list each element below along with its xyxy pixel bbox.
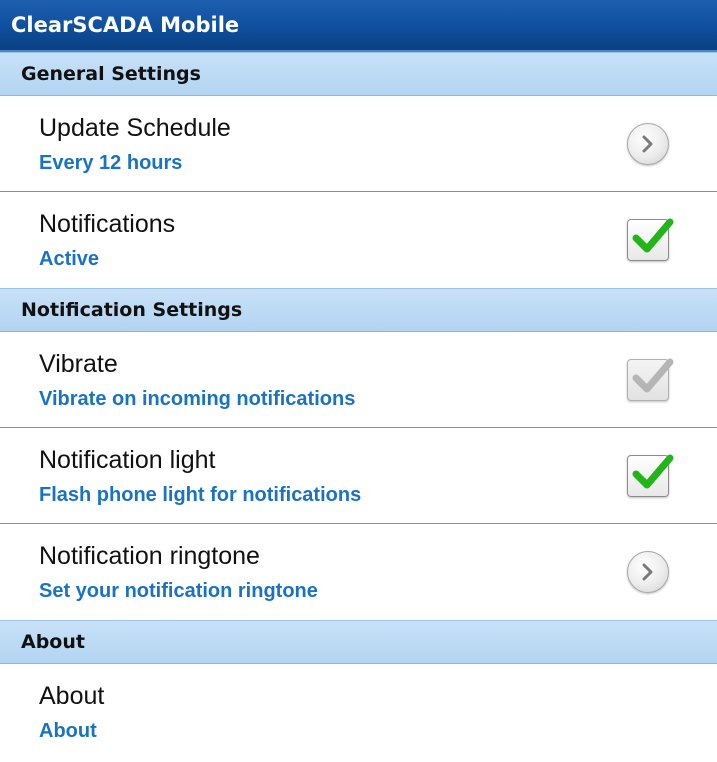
setting-title: About	[39, 682, 105, 710]
setting-title: Notifications	[39, 210, 176, 238]
app-title: ClearSCADA Mobile	[11, 13, 240, 37]
section-header-notification-settings: Notification Settings	[0, 288, 717, 332]
chevron-right-icon	[627, 551, 669, 593]
setting-title: Notification ringtone	[39, 542, 260, 570]
setting-about[interactable]: About About	[0, 664, 717, 760]
checkmark-icon	[627, 218, 674, 261]
setting-title: Update Schedule	[39, 114, 231, 142]
setting-subtitle: Every 12 hours	[39, 152, 183, 174]
setting-notifications[interactable]: Notifications Active	[0, 192, 717, 288]
section-header-about: About	[0, 620, 717, 664]
checkmark-icon	[627, 358, 674, 401]
update-schedule-button[interactable]	[627, 122, 669, 165]
notification-light-checkbox[interactable]	[627, 454, 674, 497]
section-header-label: About	[21, 631, 85, 653]
setting-vibrate[interactable]: Vibrate Vibrate on incoming notification…	[0, 332, 717, 428]
section-header-general-settings: General Settings	[0, 52, 717, 96]
setting-title: Notification light	[39, 446, 216, 474]
app-title-bar: ClearSCADA Mobile	[0, 0, 717, 52]
section-header-label: Notification Settings	[21, 299, 243, 321]
setting-notification-ringtone[interactable]: Notification ringtone Set your notificat…	[0, 524, 717, 620]
setting-subtitle: Vibrate on incoming notifications	[39, 388, 356, 410]
setting-update-schedule[interactable]: Update Schedule Every 12 hours	[0, 96, 717, 192]
setting-notification-light[interactable]: Notification light Flash phone light for…	[0, 428, 717, 524]
section-header-label: General Settings	[21, 63, 201, 85]
notification-ringtone-button[interactable]	[627, 551, 669, 593]
setting-title: Vibrate	[39, 350, 118, 378]
notifications-checkbox[interactable]	[627, 218, 674, 261]
setting-subtitle: Active	[39, 248, 100, 270]
chevron-right-icon	[627, 122, 669, 165]
setting-subtitle: About	[39, 720, 97, 742]
setting-subtitle: Flash phone light for notifications	[39, 484, 362, 506]
checkmark-icon	[627, 454, 674, 497]
vibrate-checkbox[interactable]	[627, 358, 674, 401]
setting-subtitle: Set your notification ringtone	[39, 580, 318, 602]
